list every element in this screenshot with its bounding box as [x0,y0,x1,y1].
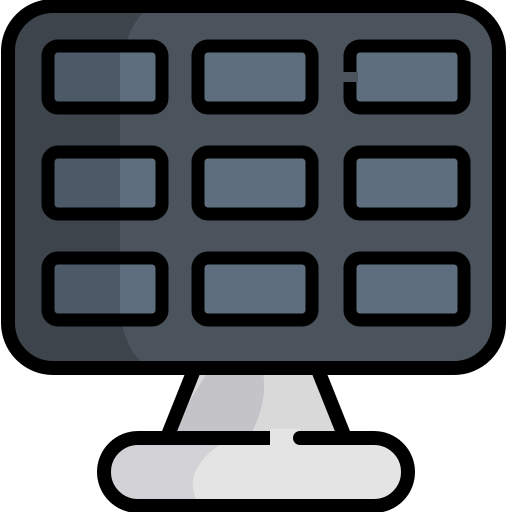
stand [159,363,353,447]
base [97,429,415,512]
panel-cell [41,145,169,221]
panel-cell [343,145,471,221]
solar-panel-icon [1,0,506,512]
panel-cell-fill [350,46,464,108]
panel-cell-shade [52,156,120,210]
panel-cell-shade [52,262,120,316]
panel-cell-fill [198,258,312,320]
panel-cell-fill [350,258,464,320]
panel-cell [342,39,471,115]
panel-cell-fill [198,46,312,108]
panel-cell-fill [198,152,312,214]
panel-cell [41,39,169,115]
panel-cell [41,251,169,327]
panel [1,0,506,375]
panel-cell [191,251,319,327]
panel-cell [191,39,319,115]
panel-cell [343,251,471,327]
solar-panel-icon-canvas [0,0,512,512]
panel-cells [41,39,471,327]
base-highlight [192,438,408,506]
panel-cell [191,145,319,221]
panel-cell-shade [52,50,120,104]
panel-cell-gap [342,72,358,82]
panel-cell-fill [350,152,464,214]
